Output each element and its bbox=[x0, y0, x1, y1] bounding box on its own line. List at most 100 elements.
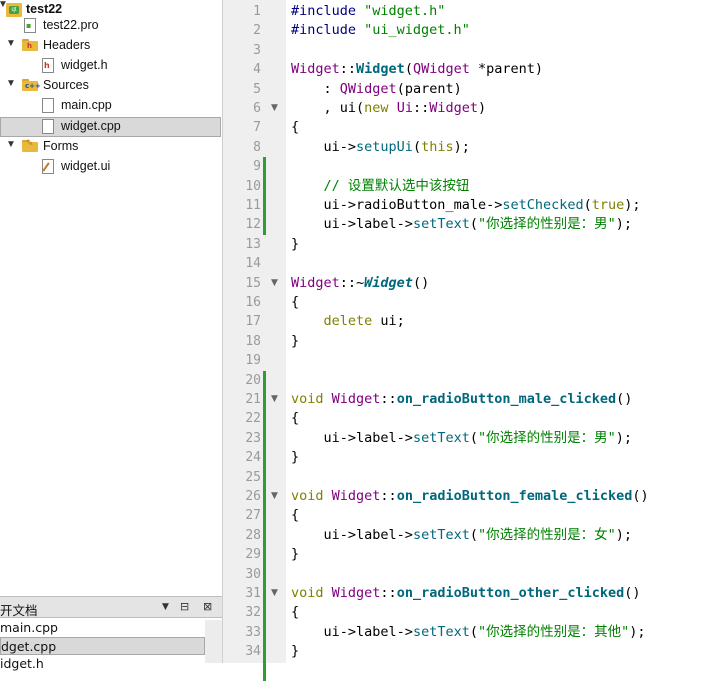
line-number: 30 bbox=[245, 566, 261, 582]
line-number: 25 bbox=[245, 469, 261, 485]
code-line: { bbox=[291, 410, 300, 427]
source-file-icon bbox=[42, 98, 54, 113]
chevron-down-icon[interactable]: ▼ bbox=[6, 38, 16, 49]
line-number: 12 bbox=[245, 217, 261, 233]
tree-project-label: test22 bbox=[26, 2, 63, 16]
change-marker bbox=[263, 157, 266, 235]
line-number: 16 bbox=[245, 295, 261, 310]
code-line: delete ui; bbox=[291, 313, 405, 330]
line-number: 3 bbox=[253, 42, 261, 58]
dropdown-arrow-icon[interactable]: ▼ bbox=[162, 602, 169, 612]
code-line: void Widget::on_radioButton_other_clicke… bbox=[291, 585, 641, 601]
line-number: 17 bbox=[245, 314, 261, 330]
tree-item-headers[interactable]: ▼ h Headers bbox=[0, 36, 221, 56]
code-line: } bbox=[291, 546, 300, 563]
tree-item-test22-pro[interactable]: ▪ test22.pro bbox=[0, 16, 221, 36]
change-marker bbox=[263, 370, 266, 681]
tree-item-main-cpp[interactable]: main.cpp bbox=[0, 96, 221, 116]
source-file-icon bbox=[42, 119, 54, 134]
line-number: 20 bbox=[245, 372, 261, 388]
line-number: 21 bbox=[245, 392, 261, 407]
line-number: 29 bbox=[245, 547, 261, 563]
tree-item-sources[interactable]: ▼ c++ Sources bbox=[0, 76, 221, 96]
ui-file-icon bbox=[42, 159, 54, 174]
line-number: 5 bbox=[253, 81, 261, 97]
sources-folder-icon: c++ bbox=[22, 79, 41, 91]
line-number: 27 bbox=[245, 508, 261, 524]
forms-folder-icon: ✎ bbox=[22, 140, 38, 152]
line-number: 9 bbox=[253, 159, 261, 175]
fold-toggle-icon[interactable]: ▼ bbox=[271, 487, 281, 506]
code-editor[interactable]: #include "widget.h" #include "ui_widget.h… bbox=[286, 0, 713, 663]
tree-item-widget-h[interactable]: h widget.h bbox=[0, 56, 221, 76]
line-number: 26 bbox=[245, 489, 261, 504]
code-line: } bbox=[291, 332, 300, 349]
open-documents-header: 开文档 ▼ ⊟ ⊠ bbox=[0, 596, 222, 618]
chevron-down-icon[interactable]: ▼ bbox=[6, 78, 16, 89]
code-line: } bbox=[291, 449, 300, 466]
code-line: ui->label->setText("你选择的性别是：女"); bbox=[291, 526, 633, 543]
header-file-icon: h bbox=[42, 58, 54, 73]
tree-item-forms[interactable]: ▼ ✎ Forms bbox=[0, 137, 221, 157]
code-line: void Widget::on_radioButton_female_click… bbox=[291, 488, 649, 504]
close-panel-icon[interactable]: ⊠ bbox=[203, 600, 212, 613]
line-number: 14 bbox=[245, 256, 261, 272]
line-number: 18 bbox=[245, 333, 261, 349]
tree-item-label: Headers bbox=[43, 38, 91, 52]
open-document-item[interactable]: idget.h bbox=[0, 655, 205, 673]
line-number: 13 bbox=[245, 236, 261, 252]
line-number: 23 bbox=[245, 430, 261, 446]
line-number: 15 bbox=[245, 275, 261, 291]
code-line: #include "widget.h" bbox=[291, 3, 446, 19]
code-line: ui->setupUi(this); bbox=[291, 138, 470, 155]
code-line: { bbox=[291, 294, 300, 310]
line-number: 19 bbox=[245, 353, 261, 369]
tree-item-widget-ui[interactable]: widget.ui bbox=[0, 157, 221, 177]
code-line: { bbox=[291, 119, 300, 136]
line-number: 6 bbox=[253, 101, 261, 116]
tree-project-root[interactable]: ▼ qt test22 bbox=[0, 0, 221, 17]
code-line: { bbox=[291, 507, 300, 524]
tree-item-label: widget.cpp bbox=[61, 119, 121, 133]
line-number: 7 bbox=[253, 120, 261, 136]
open-documents-title: 开文档 bbox=[0, 603, 38, 618]
line-number: 24 bbox=[245, 450, 261, 466]
headers-folder-icon: h bbox=[22, 39, 38, 51]
code-line: Widget::~Widget() bbox=[291, 274, 430, 291]
tree-item-label: Sources bbox=[43, 78, 89, 92]
tree-item-label: widget.h bbox=[61, 58, 108, 72]
line-number: 11 bbox=[245, 198, 261, 213]
line-number: 22 bbox=[245, 411, 261, 427]
pro-file-icon: ▪ bbox=[24, 18, 36, 33]
code-line: ui->label->setText("你选择的性别是：男"); bbox=[291, 429, 633, 446]
code-line: Widget::Widget(QWidget *parent) bbox=[291, 61, 544, 78]
code-line: void Widget::on_radioButton_male_clicked… bbox=[291, 391, 633, 407]
open-document-item[interactable]: main.cpp bbox=[0, 619, 205, 637]
code-line: , ui(new Ui::Widget) bbox=[291, 100, 487, 116]
line-number: 1 bbox=[253, 4, 261, 19]
line-number: 2 bbox=[253, 23, 261, 39]
code-line: ui->label->setText("你选择的性别是：其他"); bbox=[291, 623, 646, 640]
open-document-item-selected[interactable]: dget.cpp bbox=[0, 637, 205, 655]
fold-toggle-icon[interactable]: ▼ bbox=[271, 274, 281, 293]
code-line: #include "ui_widget.h" bbox=[291, 22, 470, 39]
line-number: 33 bbox=[245, 624, 261, 640]
line-number: 28 bbox=[245, 527, 261, 543]
fold-toggle-icon[interactable]: ▼ bbox=[271, 99, 281, 118]
code-line: // 设置默认选中该按钮 bbox=[291, 177, 470, 194]
code-line: : QWidget(parent) bbox=[291, 80, 462, 97]
open-documents-scrollbar[interactable] bbox=[205, 620, 222, 663]
tree-item-label: Forms bbox=[43, 139, 79, 153]
tree-item-label: main.cpp bbox=[61, 98, 112, 112]
tree-item-widget-cpp[interactable]: widget.cpp bbox=[0, 117, 221, 137]
chevron-down-icon[interactable]: ▼ bbox=[6, 139, 16, 150]
line-number-gutter: 1 2 3 4 5 6 ▼ 7 8 9 10 11 12 13 14 15 ▼ 16 17 18 19 20 21 ▼ 22 23… bbox=[223, 0, 286, 681]
split-icon[interactable]: ⊟ bbox=[180, 600, 189, 613]
fold-toggle-icon[interactable]: ▼ bbox=[271, 390, 281, 409]
tree-item-label: widget.ui bbox=[61, 159, 111, 173]
line-number: 10 bbox=[245, 178, 261, 194]
line-number: 31 bbox=[245, 586, 261, 601]
line-number: 34 bbox=[245, 644, 261, 660]
fold-toggle-icon[interactable]: ▼ bbox=[271, 584, 281, 603]
code-line: } bbox=[291, 235, 300, 252]
